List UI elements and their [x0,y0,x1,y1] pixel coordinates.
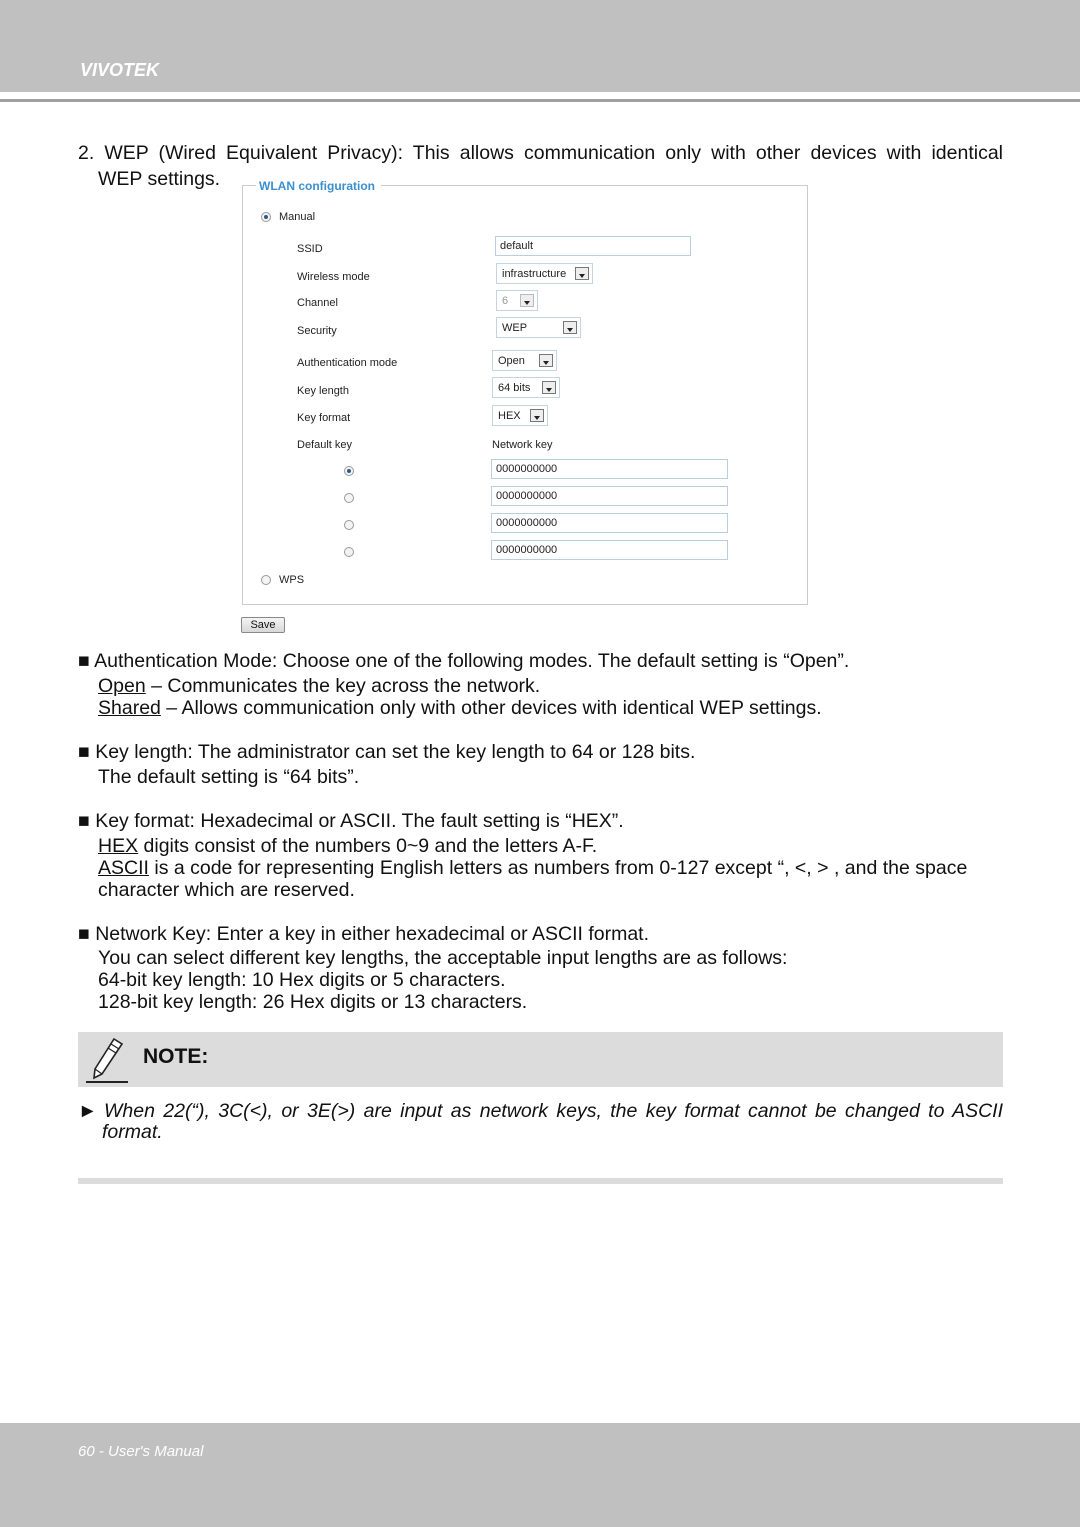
auth-text: Authentication Mode: Choose one of the f… [94,650,850,672]
netkey-text: Network Key: Enter a key in either hexad… [95,923,650,945]
open-term: Open [98,675,146,697]
channel-label: Channel [297,297,338,309]
auth-open-line: Open – Communicates the key across the n… [98,675,540,697]
chevron-down-icon [530,409,544,422]
pencil-icon [86,1037,128,1083]
auth-mode-value: Open [498,355,525,367]
network-key-input-4[interactable]: 0000000000 [491,540,728,560]
chevron-down-icon [542,381,556,394]
brand-logo: VIVOTEK [80,60,160,80]
hex-term: HEX [98,835,139,857]
page-number: 60 - User's Manual [78,1443,204,1460]
bullet-network-key: ■ Network Key: Enter a key in either hex… [78,923,650,945]
bullet-auth: ■ Authentication Mode: Choose one of the… [78,650,850,672]
keylen-default: The default setting is “64 bits”. [98,766,360,788]
key-length-label: Key length [297,385,349,397]
chevron-down-icon [539,354,553,367]
open-desc: – Communicates the key across the networ… [145,675,541,697]
ascii-term: ASCII [98,857,149,879]
manual-label: Manual [279,211,316,223]
ssid-label: SSID [297,243,323,255]
ssid-input[interactable]: default [495,236,691,256]
intro-line-2: WEP settings. [98,168,221,190]
wps-label: WPS [279,574,305,586]
netkey-line-4: 128-bit key length: 26 Hex digits or 13 … [98,991,528,1013]
chevron-down-icon [563,321,577,334]
wlan-config-title: WLAN configuration [256,179,381,193]
hex-desc: digits consist of the numbers 0~9 and th… [138,835,598,857]
section-end-divider [78,1178,1003,1184]
manual-radio[interactable] [261,212,271,222]
security-select[interactable]: WEP [496,317,581,338]
key-format-label: Key format [297,412,351,424]
hex-line: HEX digits consist of the numbers 0~9 an… [98,835,597,857]
security-value: WEP [502,322,528,334]
ascii-desc: is a code for representing English lette… [148,857,968,879]
auth-mode-select[interactable]: Open [492,350,557,371]
note-title: NOTE: [143,1045,209,1068]
default-key-radio-4[interactable] [344,547,354,557]
network-key-input-1[interactable]: 0000000000 [491,459,728,479]
network-key-input-3[interactable]: 0000000000 [491,513,728,533]
keyfmt-text: Key format: Hexadecimal or ASCII. The fa… [95,810,624,832]
wireless-mode-value: infrastructure [502,268,567,280]
ascii-line-2: character which are reserved. [98,879,355,901]
bullet-key-format: ■ Key format: Hexadecimal or ASCII. The … [78,810,624,832]
key-length-value: 64 bits [498,382,531,394]
auth-mode-label: Authentication mode [297,357,398,369]
bullet-key-length: ■ Key length: The administrator can set … [78,741,696,763]
netkey-line-2: You can select different key lengths, th… [98,947,788,969]
default-key-label: Default key [297,439,353,451]
save-button[interactable]: Save [241,617,285,633]
note-line-1: When 22(“), 3C(<), or 3E(>) are input as… [104,1100,1003,1122]
header-divider [0,99,1080,102]
channel-value: 6 [502,295,509,307]
page-header: VIVOTEK [0,0,1080,92]
ascii-line: ASCII is a code for representing English… [98,857,1003,879]
channel-select[interactable]: 6 [496,290,538,311]
key-length-select[interactable]: 64 bits [492,377,560,398]
chevron-down-icon [520,294,534,307]
default-key-radio-3[interactable] [344,520,354,530]
chevron-down-icon [575,267,589,280]
page-footer: 60 - User's Manual [0,1423,1080,1527]
security-label: Security [297,325,337,337]
shared-term: Shared [98,697,161,719]
key-format-select[interactable]: HEX [492,405,548,426]
netkey-line-3: 64-bit key length: 10 Hex digits or 5 ch… [98,969,506,991]
intro-line-1: 2. WEP (Wired Equivalent Privacy): This … [78,142,1003,164]
default-key-radio-2[interactable] [344,493,354,503]
wireless-mode-select[interactable]: infrastructure [496,263,593,284]
wps-radio[interactable] [261,575,271,585]
default-key-radio-1[interactable] [344,466,354,476]
shared-desc: – Allows communication only with other d… [160,697,822,719]
note-line-2: format. [102,1121,163,1143]
note-box: NOTE: [78,1032,1003,1087]
note-arrow-icon: ► [78,1100,98,1122]
network-key-input-2[interactable]: 0000000000 [491,486,728,506]
wireless-mode-label: Wireless mode [297,271,370,283]
key-format-value: HEX [498,410,521,422]
keylen-text: Key length: The administrator can set th… [95,741,696,763]
network-key-label: Network key [492,439,553,451]
auth-shared-line: Shared – Allows communication only with … [98,697,822,719]
